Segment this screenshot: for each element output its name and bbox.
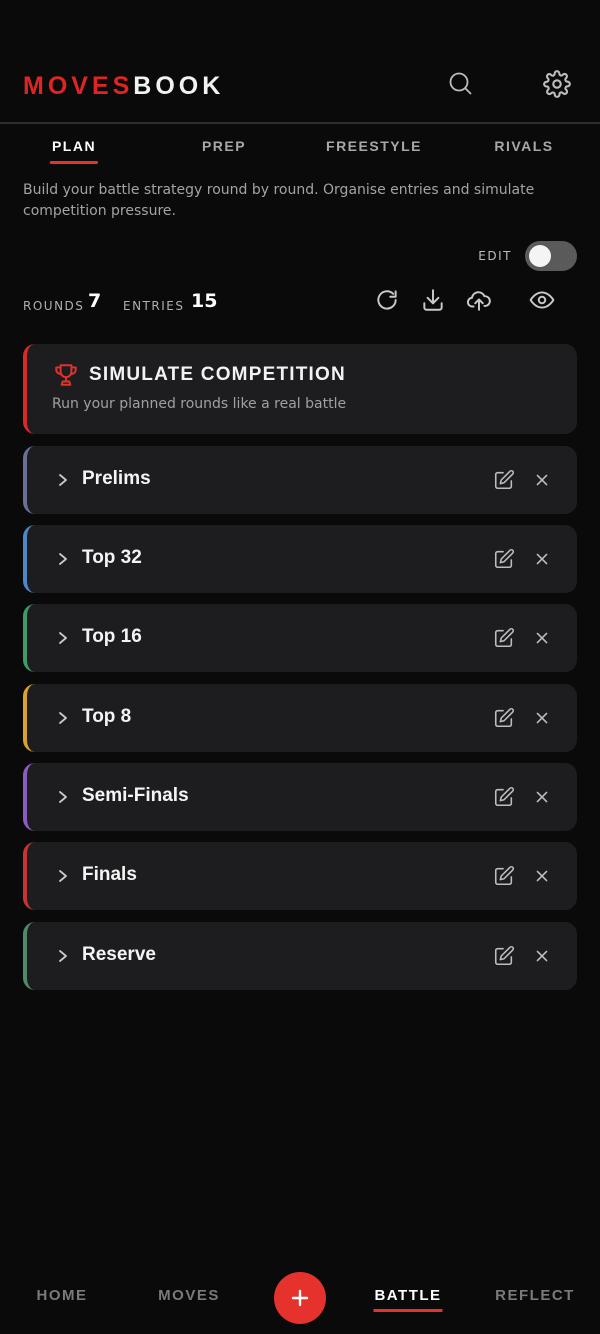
round-name: Reserve bbox=[82, 944, 156, 965]
plus-icon bbox=[291, 1289, 309, 1307]
tab-freestyle[interactable]: FREESTYLE bbox=[326, 138, 422, 154]
entries-label: ENTRIES bbox=[123, 299, 185, 313]
chevron-right-icon[interactable] bbox=[55, 628, 71, 648]
close-icon[interactable] bbox=[531, 707, 553, 729]
edit-icon[interactable] bbox=[493, 945, 515, 967]
chevron-right-icon[interactable] bbox=[55, 708, 71, 728]
add-button[interactable] bbox=[274, 1272, 326, 1324]
close-icon[interactable] bbox=[531, 548, 553, 570]
gear-icon[interactable] bbox=[543, 70, 571, 98]
tab-rivals[interactable]: RIVALS bbox=[494, 138, 553, 154]
chevron-right-icon[interactable] bbox=[55, 946, 71, 966]
edit-toggle[interactable] bbox=[525, 241, 577, 271]
search-icon[interactable] bbox=[447, 70, 475, 98]
trophy-icon bbox=[53, 362, 79, 388]
eye-icon[interactable] bbox=[529, 287, 555, 313]
app-logo: MOVESBOOK bbox=[23, 72, 224, 101]
round-name: Top 8 bbox=[82, 706, 132, 727]
tab-plan[interactable]: PLAN bbox=[49, 138, 99, 164]
simulate-subtitle: Run your planned rounds like a real batt… bbox=[52, 396, 347, 412]
round-name: Finals bbox=[82, 864, 137, 885]
edit-icon[interactable] bbox=[493, 548, 515, 570]
close-icon[interactable] bbox=[531, 469, 553, 491]
entries-count: 15 bbox=[191, 290, 218, 312]
top-tabs: PLAN PREP FREESTYLE RIVALS bbox=[0, 126, 600, 170]
upload-icon[interactable] bbox=[466, 287, 492, 313]
edit-toggle-label: EDIT bbox=[478, 249, 512, 263]
chevron-right-icon[interactable] bbox=[55, 549, 71, 569]
round-name: Top 32 bbox=[82, 547, 142, 568]
close-icon[interactable] bbox=[531, 627, 553, 649]
round-card[interactable]: Top 32 bbox=[23, 525, 577, 593]
round-name: Top 16 bbox=[82, 626, 142, 647]
round-card[interactable]: Top 8 bbox=[23, 684, 577, 752]
round-card[interactable]: Semi-Finals bbox=[23, 763, 577, 831]
nav-reflect[interactable]: REFLECT bbox=[495, 1287, 575, 1304]
close-icon[interactable] bbox=[531, 865, 553, 887]
round-card[interactable]: Finals bbox=[23, 842, 577, 910]
round-name: Prelims bbox=[82, 468, 151, 489]
round-name: Semi-Finals bbox=[82, 785, 189, 806]
chevron-right-icon[interactable] bbox=[55, 866, 71, 886]
round-card[interactable]: Top 16 bbox=[23, 604, 577, 672]
rounds-count: 7 bbox=[88, 290, 102, 312]
app-header: MOVESBOOK bbox=[0, 0, 600, 124]
nav-home[interactable]: HOME bbox=[37, 1287, 88, 1304]
edit-icon[interactable] bbox=[493, 865, 515, 887]
chevron-right-icon[interactable] bbox=[55, 470, 71, 490]
simulate-competition-card[interactable]: SIMULATE COMPETITION Run your planned ro… bbox=[23, 344, 577, 434]
logo-book: BOOK bbox=[133, 72, 225, 100]
chevron-right-icon[interactable] bbox=[55, 787, 71, 807]
rounds-label: ROUNDS bbox=[23, 299, 85, 313]
tab-prep[interactable]: PREP bbox=[202, 138, 246, 154]
edit-icon[interactable] bbox=[493, 786, 515, 808]
nav-moves[interactable]: MOVES bbox=[158, 1287, 220, 1304]
logo-moves: MOVES bbox=[23, 72, 134, 100]
refresh-icon[interactable] bbox=[374, 287, 400, 313]
page-description: Build your battle strategy round by roun… bbox=[23, 182, 535, 219]
bottom-nav: HOME MOVES BATTLE REFLECT bbox=[0, 1260, 600, 1334]
edit-icon[interactable] bbox=[493, 469, 515, 491]
round-card[interactable]: Prelims bbox=[23, 446, 577, 514]
edit-icon[interactable] bbox=[493, 627, 515, 649]
download-icon[interactable] bbox=[420, 287, 446, 313]
close-icon[interactable] bbox=[531, 786, 553, 808]
nav-battle[interactable]: BATTLE bbox=[373, 1287, 443, 1312]
toggle-knob bbox=[529, 245, 551, 267]
simulate-title: SIMULATE COMPETITION bbox=[89, 364, 346, 385]
close-icon[interactable] bbox=[531, 945, 553, 967]
edit-icon[interactable] bbox=[493, 707, 515, 729]
round-card[interactable]: Reserve bbox=[23, 922, 577, 990]
